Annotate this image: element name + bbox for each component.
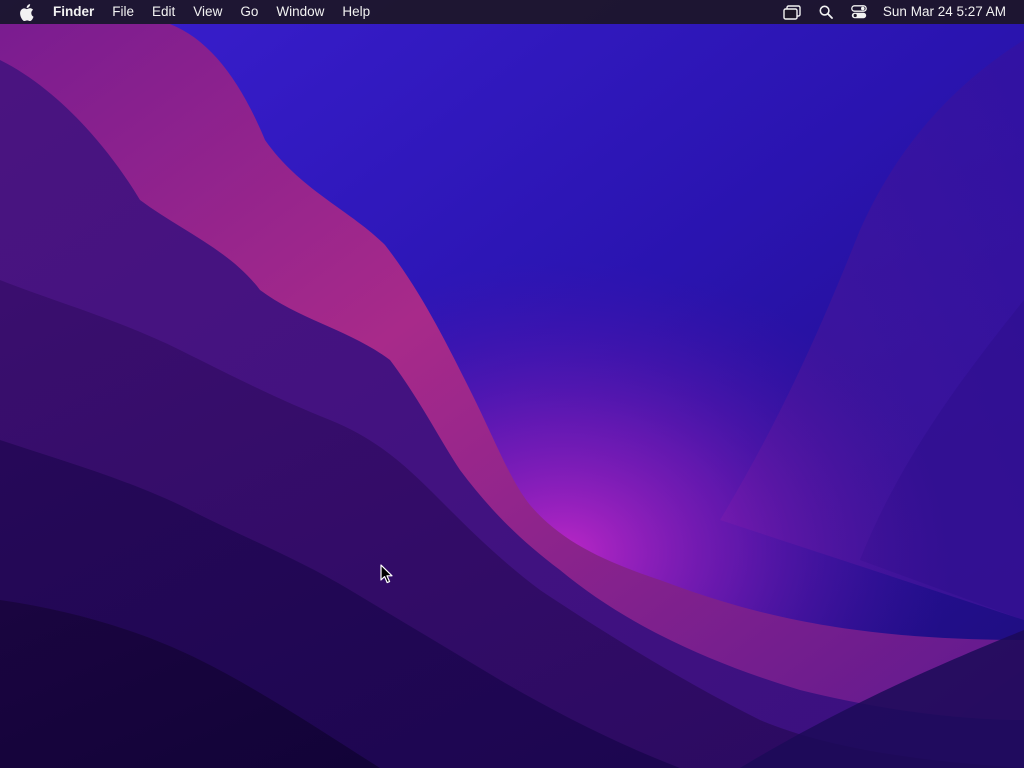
menu-file[interactable]: File <box>103 0 143 24</box>
menu-view[interactable]: View <box>184 0 231 24</box>
control-center-icon[interactable] <box>851 0 867 24</box>
screen-mirroring-icon[interactable] <box>783 0 801 24</box>
menu-help[interactable]: Help <box>333 0 379 24</box>
menu-bar-clock[interactable]: Sun Mar 24 5:27 AM <box>883 0 1006 24</box>
desktop[interactable]: Finder File Edit View Go Window Help Sun… <box>0 0 1024 768</box>
menu-bar: Finder File Edit View Go Window Help Sun… <box>0 0 1024 24</box>
menu-bar-left: Finder File Edit View Go Window Help <box>0 0 379 24</box>
menu-app-finder[interactable]: Finder <box>53 0 103 24</box>
spotlight-search-icon[interactable] <box>819 0 833 24</box>
menu-bar-right: Sun Mar 24 5:27 AM <box>765 0 1024 24</box>
apple-logo-icon[interactable] <box>17 0 35 24</box>
arrow-pointer-icon <box>380 564 393 584</box>
menu-window[interactable]: Window <box>267 0 333 24</box>
menu-go[interactable]: Go <box>231 0 267 24</box>
desktop-wallpaper <box>0 0 1024 768</box>
menu-edit[interactable]: Edit <box>143 0 184 24</box>
